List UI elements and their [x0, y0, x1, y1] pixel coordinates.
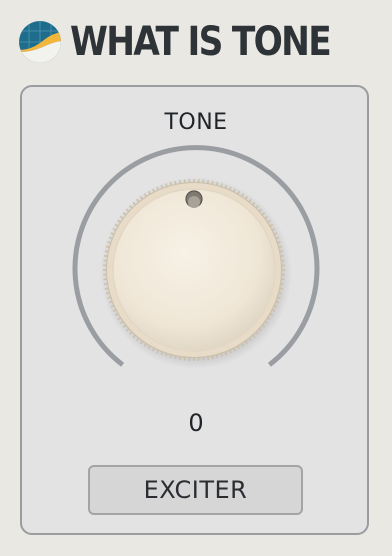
waveform-logo-icon — [19, 21, 61, 63]
knob-value: 0 — [188, 409, 204, 437]
app-header: WHAT IS TONE — [18, 18, 372, 66]
page-title: WHAT IS TONE — [70, 19, 332, 65]
exciter-button[interactable]: EXCITER — [88, 465, 303, 515]
knob-label: TONE — [164, 110, 228, 135]
tone-knob[interactable] — [103, 179, 285, 361]
